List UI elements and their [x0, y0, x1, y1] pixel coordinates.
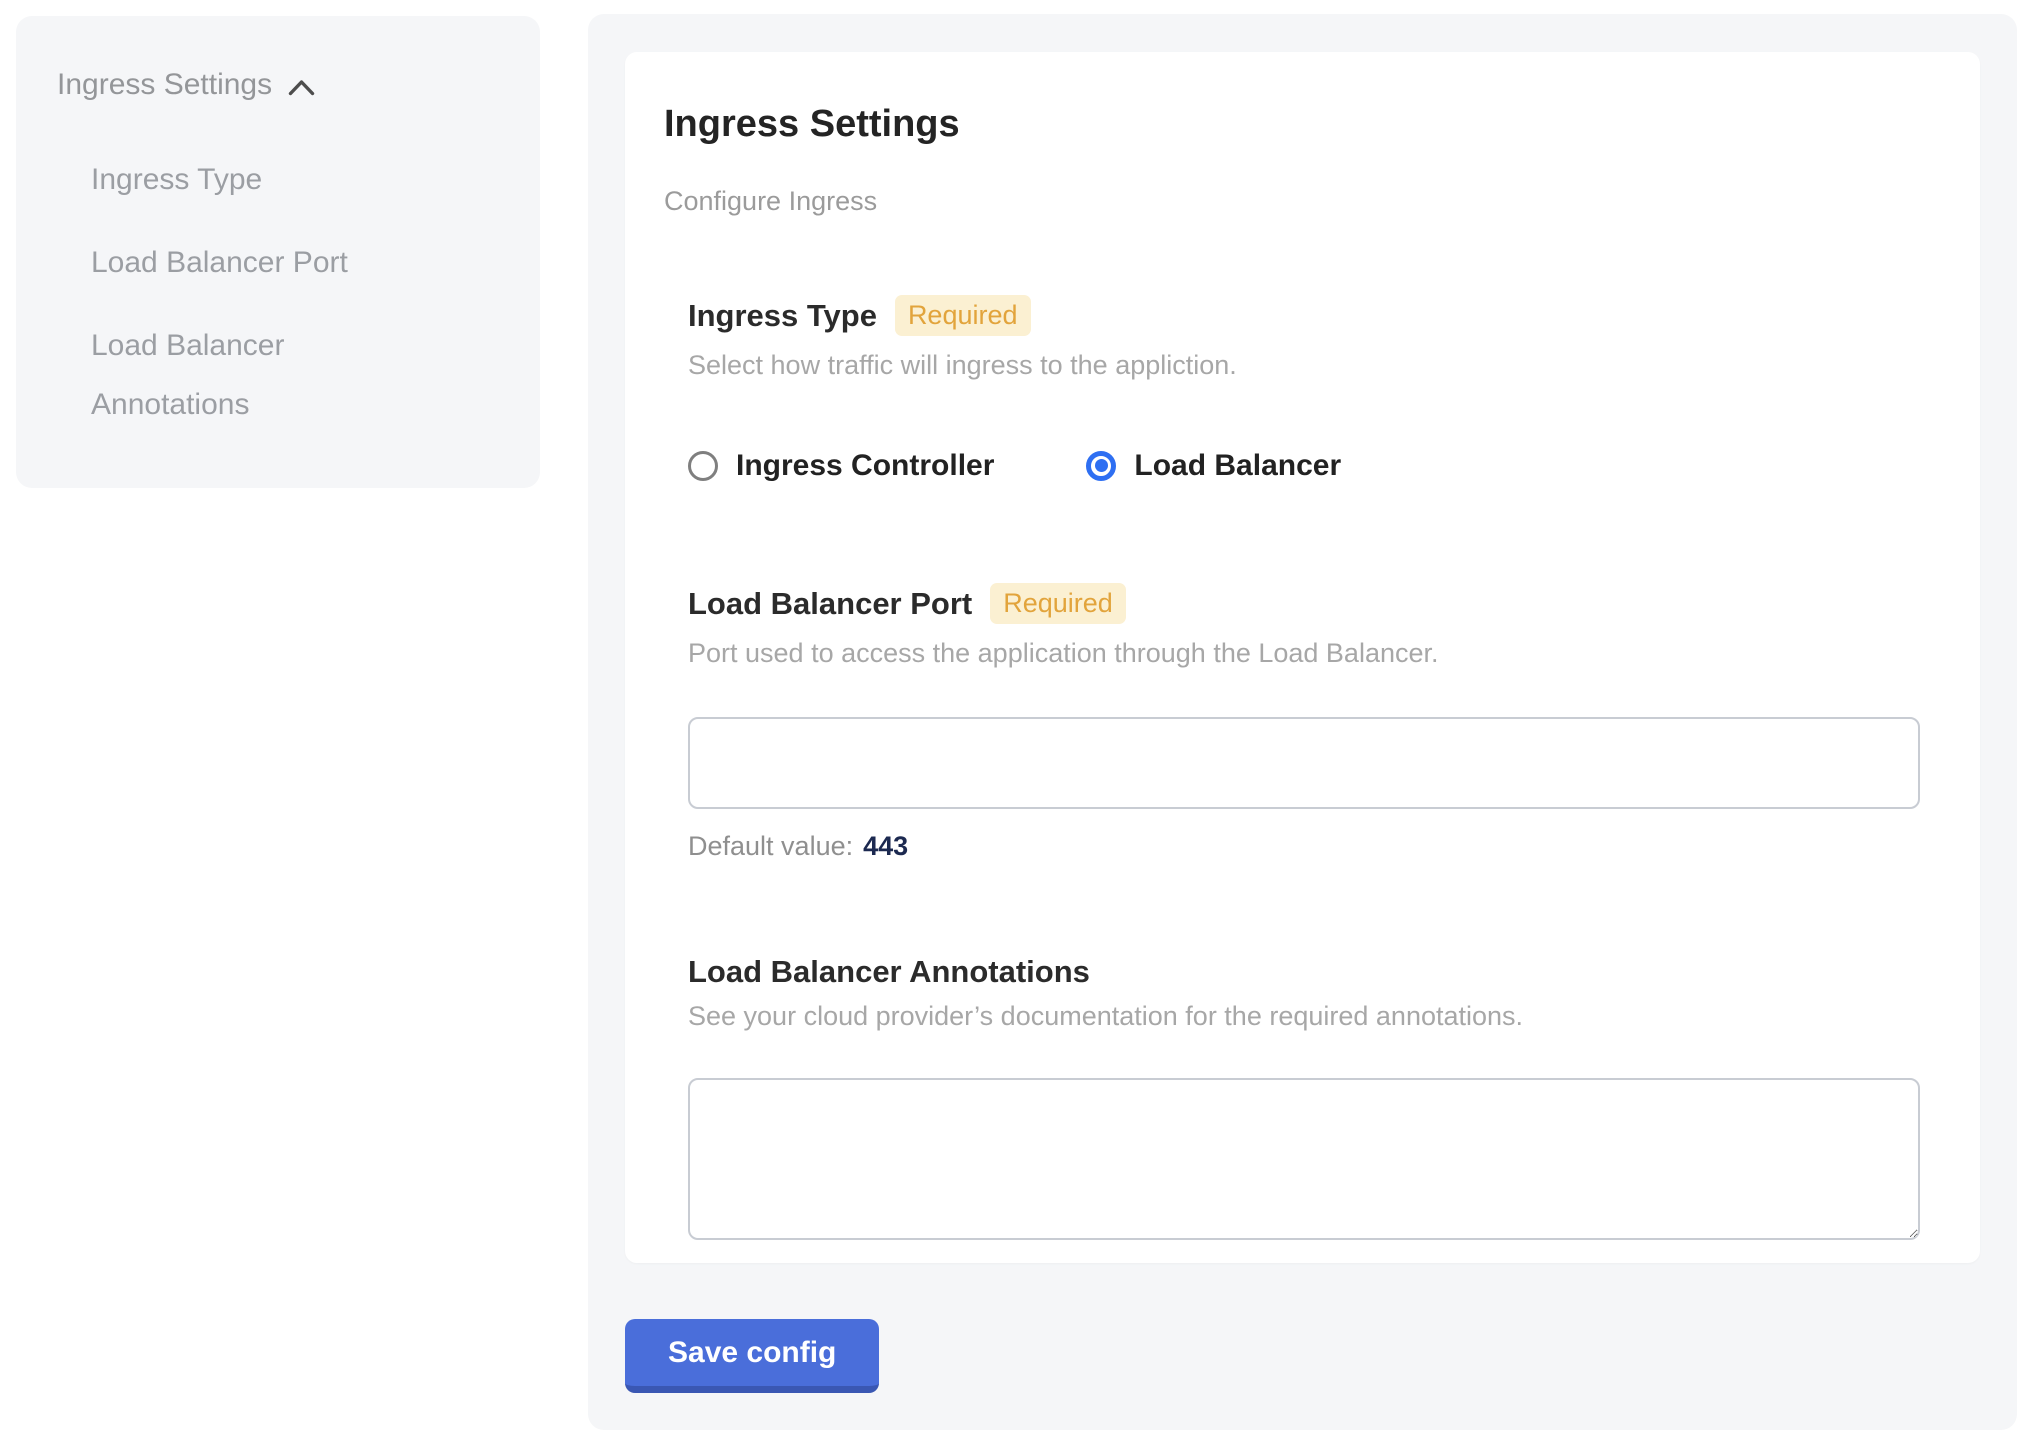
- load-balancer-annotations-section: Load Balancer Annotations See your cloud…: [688, 956, 1920, 1241]
- ingress-controller-radio-option[interactable]: Ingress Controller: [688, 449, 994, 483]
- sidebar-item-ingress-type[interactable]: Ingress Type: [91, 150, 401, 209]
- load-balancer-port-heading-row: Load Balancer Port Required: [688, 583, 1920, 624]
- load-balancer-annotations-textarea[interactable]: [688, 1078, 1920, 1240]
- sidebar-item-list: Ingress Type Load Balancer Port Load Bal…: [91, 150, 540, 434]
- ingress-settings-card: Ingress Settings Configure Ingress Ingre…: [625, 52, 1980, 1263]
- default-value-row: Default value: 443: [688, 833, 1920, 860]
- load-balancer-radio-option[interactable]: Load Balancer: [1086, 449, 1341, 483]
- load-balancer-annotations-heading-row: Load Balancer Annotations: [688, 956, 1920, 987]
- ingress-type-description: Select how traffic will ingress to the a…: [688, 349, 1920, 383]
- ingress-type-heading-row: Ingress Type Required: [688, 295, 1920, 336]
- settings-sidebar: Ingress Settings Ingress Type Load Balan…: [16, 16, 540, 488]
- sidebar-group-label: Ingress Settings: [57, 68, 272, 102]
- save-config-button[interactable]: Save config: [625, 1319, 879, 1393]
- form-sections: Ingress Type Required Select how traffic…: [688, 295, 1920, 1240]
- load-balancer-radio-label: Load Balancer: [1134, 449, 1341, 483]
- required-badge: Required: [895, 295, 1031, 336]
- load-balancer-annotations-label: Load Balancer Annotations: [688, 956, 1090, 987]
- radio-selected-icon[interactable]: [1086, 451, 1116, 481]
- radio-unselected-icon[interactable]: [688, 451, 718, 481]
- required-badge: Required: [990, 583, 1126, 624]
- radio-dot: [1095, 459, 1108, 472]
- sidebar-group-ingress-settings[interactable]: Ingress Settings: [57, 68, 540, 102]
- ingress-type-section: Ingress Type Required Select how traffic…: [688, 295, 1920, 483]
- ingress-type-radio-group: Ingress Controller Load Balancer: [688, 449, 1920, 483]
- load-balancer-port-section: Load Balancer Port Required Port used to…: [688, 583, 1920, 860]
- load-balancer-port-input[interactable]: [688, 717, 1920, 809]
- sidebar-item-load-balancer-port[interactable]: Load Balancer Port: [91, 233, 401, 292]
- sidebar-item-load-balancer-annotations[interactable]: Load Balancer Annotations: [91, 316, 401, 434]
- main-content-area: Ingress Settings Configure Ingress Ingre…: [588, 14, 2017, 1430]
- default-value-number: 443: [863, 831, 908, 861]
- load-balancer-annotations-description: See your cloud provider’s documentation …: [688, 1000, 1920, 1034]
- load-balancer-port-label: Load Balancer Port: [688, 588, 972, 619]
- ingress-type-label: Ingress Type: [688, 300, 877, 331]
- default-value-label: Default value:: [688, 831, 853, 861]
- chevron-up-icon: [288, 79, 315, 96]
- page-subtitle: Configure Ingress: [664, 188, 1920, 215]
- load-balancer-port-description: Port used to access the application thro…: [688, 637, 1920, 671]
- ingress-controller-radio-label: Ingress Controller: [736, 449, 994, 483]
- page-title: Ingress Settings: [664, 105, 1920, 143]
